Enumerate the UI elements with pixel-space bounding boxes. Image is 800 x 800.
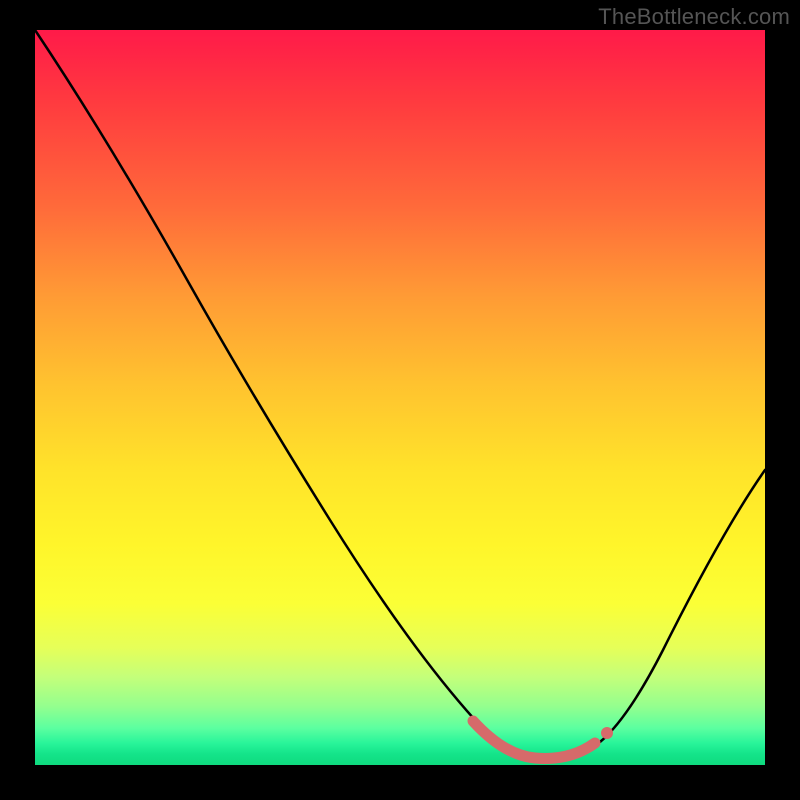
- optimal-range-highlight: [473, 721, 595, 758]
- watermark-text: TheBottleneck.com: [598, 4, 790, 30]
- plot-area: [35, 30, 765, 765]
- highlight-end-dot: [601, 727, 613, 739]
- chart-frame: TheBottleneck.com: [0, 0, 800, 800]
- curve-svg: [35, 30, 765, 765]
- bottleneck-curve: [35, 30, 765, 758]
